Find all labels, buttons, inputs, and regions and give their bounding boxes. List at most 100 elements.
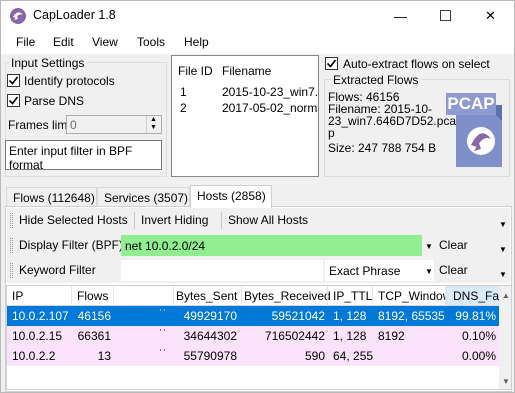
keyword-filter-label: Keyword Filter [19, 263, 96, 277]
close-icon: ✕ [485, 8, 496, 23]
show-all-hosts-button[interactable]: Show All Hosts [228, 213, 308, 227]
column-header-tcp-window[interactable]: TCP_Window [378, 289, 451, 303]
toolstrip-overflow-icon[interactable]: ▼ [499, 220, 507, 229]
extracted-flows-legend: Extracted Flows [331, 73, 421, 87]
identify-protocols-label[interactable]: Identify protocols [24, 74, 115, 88]
menu-file[interactable]: File [16, 35, 35, 49]
file-row[interactable]: 1 2015-10-23_win7.pca [172, 85, 319, 102]
cell-ip: 10.0.2.2 [12, 349, 56, 363]
extracted-filename-line3: p [328, 126, 335, 140]
toolstrip-overflow-icon[interactable]: ▼ [499, 245, 507, 254]
pcap-label: PCAP [446, 93, 496, 115]
tab-flows[interactable]: Flows (112648) [6, 187, 97, 207]
toolstrip-grip-icon[interactable] [10, 213, 13, 228]
maximize-icon: ☐ [438, 8, 453, 25]
column-header-flows[interactable]: Flows [77, 289, 108, 303]
frames-limit-label: Frames limit [8, 118, 74, 132]
column-separator[interactable] [173, 286, 174, 306]
keyword-filter-clear-button[interactable]: Clear [439, 263, 468, 277]
keyword-filter-input[interactable] [121, 260, 323, 281]
match-mode-select[interactable]: Exact Phrase [325, 260, 434, 281]
menu-edit[interactable]: Edit [53, 35, 74, 49]
cell-ip-ttl: 1, 128 [333, 329, 367, 343]
parse-dns-checkbox[interactable] [7, 94, 20, 107]
tab-services[interactable]: Services (3507) [97, 187, 190, 207]
cell-ip-ttl: 64, 255 [333, 349, 374, 363]
invert-hiding-button[interactable]: Invert Hiding [141, 213, 208, 227]
filename-column-header[interactable]: Filename [222, 64, 271, 78]
hide-selected-hosts-button[interactable]: Hide Selected Hosts [19, 213, 128, 227]
file-name: 2015-10-23_win7.pca [222, 85, 319, 99]
column-separator[interactable] [327, 286, 328, 306]
auto-extract-checkbox[interactable] [325, 57, 338, 70]
title-bar[interactable]: CapLoader 1.8 — ☐ ✕ [1, 1, 514, 31]
checkmark-icon [326, 59, 337, 68]
table-row[interactable]: 10.0.2.107 46156 ˙˙ 49929170 59521042 1,… [7, 306, 499, 326]
column-separator[interactable] [71, 286, 72, 306]
pcap-file-icon[interactable]: PCAP [446, 93, 508, 171]
file-id: 2 [180, 101, 187, 115]
file-row[interactable]: 2 2017-05-02_normal.p [172, 101, 318, 118]
cell-bytes-sent: 55790978 [183, 349, 237, 363]
toolstrip-overflow-icon[interactable]: ▼ [499, 270, 507, 279]
table-row[interactable]: 10.0.2.2 13 ˙˙ 55790978 590 64, 255 0.00… [7, 346, 499, 366]
cell-dots: ˙˙ [159, 347, 167, 361]
cell-tcp-window: 8192 [378, 329, 405, 343]
file-id-column-header[interactable]: File ID [178, 64, 213, 78]
close-button[interactable]: ✕ [468, 1, 513, 31]
table-row[interactable]: 10.0.2.15 66361 ˙˙ 34644302 716502442 1,… [7, 326, 499, 346]
scroll-up-icon[interactable]: ▲ [499, 287, 511, 303]
spinner-up-icon[interactable]: ▲ [150, 116, 157, 123]
cell-tcp-window: 8192, 65535 [378, 309, 445, 323]
column-header-bytes-received[interactable]: Bytes_Received [244, 289, 331, 303]
bpf-input-filter-placeholder: Enter input filter in BPF format [9, 144, 133, 170]
tab-hosts[interactable]: Hosts (2858) [190, 185, 272, 208]
column-header-ip-ttl[interactable]: IP_TTL [333, 289, 372, 303]
display-filter-dropdown-icon[interactable]: ▼ [425, 242, 433, 251]
parse-dns-label[interactable]: Parse DNS [24, 94, 84, 108]
column-separator[interactable] [241, 286, 242, 306]
toolstrip-separator [134, 212, 135, 229]
display-filter-input[interactable]: net 10.0.2.0/24 [121, 235, 422, 256]
file-list[interactable]: File ID Filename 1 2015-10-23_win7.pca 2… [171, 55, 319, 177]
menu-view[interactable]: View [92, 35, 118, 49]
cell-bytes-received: 590 [304, 349, 325, 363]
cell-bytes-sent: 34644302 [183, 329, 237, 343]
frames-limit-value: 0 [70, 118, 77, 132]
minimize-icon: — [394, 8, 407, 24]
display-filter-label: Display Filter (BPF) [19, 238, 124, 252]
frames-limit-spinner[interactable]: ▲ ▼ [146, 116, 161, 133]
cell-flows: 46156 [77, 309, 111, 323]
cell-bytes-received: 59521042 [271, 309, 325, 323]
menu-tools[interactable]: Tools [137, 35, 165, 49]
column-separator[interactable] [113, 286, 114, 306]
vertical-scrollbar[interactable]: ▲ ▼ [499, 286, 511, 389]
display-filter-value: net 10.0.2.0/24 [125, 239, 206, 253]
toolstrip-grip-icon[interactable] [10, 263, 13, 278]
match-mode-value: Exact Phrase [329, 264, 401, 278]
checkmark-icon [8, 76, 19, 85]
checkmark-icon [8, 96, 19, 105]
spinner-down-icon[interactable]: ▼ [150, 124, 157, 131]
column-header-ip[interactable]: IP [12, 289, 23, 303]
keyword-filter-toolstrip: Keyword Filter Exact Phrase ▼ Clear ▼ [7, 258, 510, 283]
display-filter-clear-button[interactable]: Clear [439, 238, 468, 252]
cell-dots: ˙˙ [159, 307, 167, 321]
cell-flows: 66361 [77, 329, 111, 343]
file-name: 2017-05-02_normal.p [222, 101, 318, 115]
maximize-button[interactable]: ☐ [423, 1, 468, 31]
match-mode-dropdown-icon[interactable]: ▼ [425, 267, 433, 276]
bpf-input-filter-field[interactable]: Enter input filter in BPF format [5, 140, 162, 170]
identify-protocols-checkbox[interactable] [7, 74, 20, 87]
column-header-bytes-sent[interactable]: Bytes_Sent [176, 289, 237, 303]
display-filter-toolstrip: Display Filter (BPF) net 10.0.2.0/24 ▼ C… [7, 233, 510, 258]
menu-help[interactable]: Help [184, 35, 209, 49]
minimize-button[interactable]: — [378, 1, 423, 31]
cell-flows: 13 [97, 349, 111, 363]
hosts-table[interactable]: IP Flows Bytes_Sent Bytes_Received IP_TT… [6, 285, 512, 390]
cell-ip: 10.0.2.15 [12, 329, 63, 343]
toolstrip-grip-icon[interactable] [10, 238, 13, 253]
scroll-down-icon[interactable]: ▼ [499, 373, 511, 389]
column-separator[interactable] [372, 286, 373, 306]
auto-extract-label[interactable]: Auto-extract flows on select [343, 57, 490, 71]
